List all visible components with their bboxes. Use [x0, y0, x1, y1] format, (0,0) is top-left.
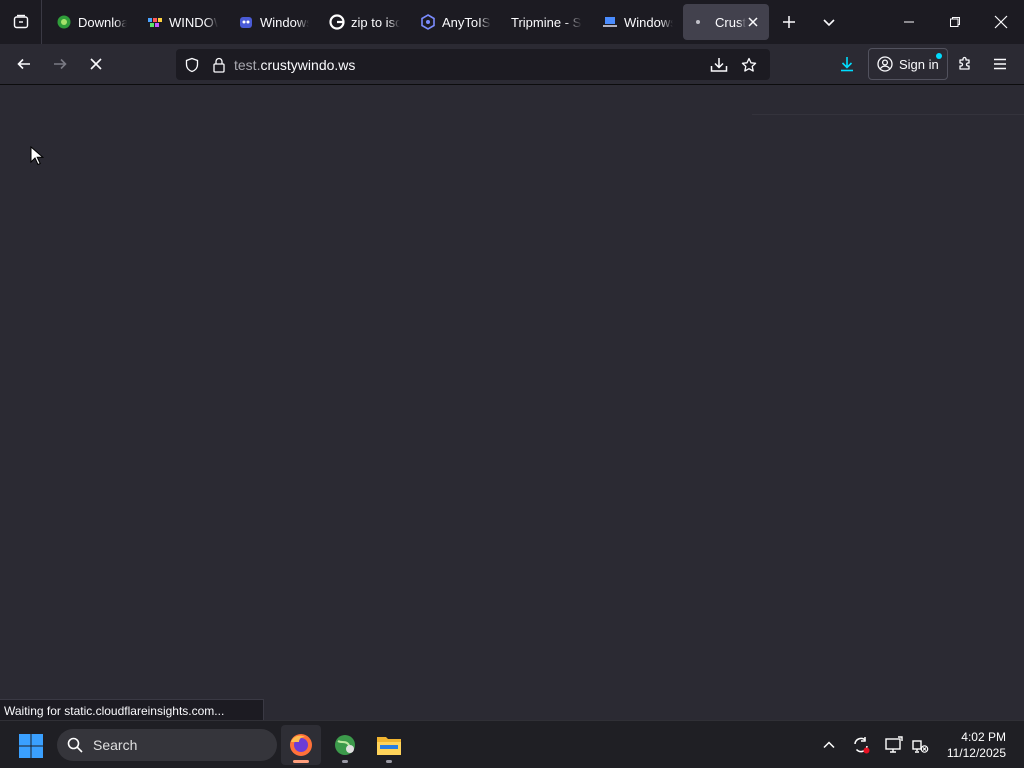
sync-alert-icon — [854, 737, 870, 754]
tab-label: Tripmine - So — [511, 14, 582, 30]
status-text: Waiting for static.cloudflareinsights.co… — [4, 703, 225, 718]
tab-close-icon[interactable] — [745, 14, 761, 30]
url-bar[interactable]: test.crustywindo.ws — [176, 49, 770, 80]
green-gear-favicon-icon — [56, 14, 72, 30]
forward-button[interactable] — [42, 48, 78, 80]
windows-logo-icon — [19, 734, 43, 758]
downloads-button[interactable] — [829, 48, 865, 80]
tab-label: Download — [78, 14, 127, 30]
loading-dot-icon — [693, 14, 709, 30]
clock-time: 4:02 PM — [961, 730, 1006, 744]
tab-label: WINDOWS — [169, 14, 218, 30]
plus-icon — [783, 16, 795, 28]
tray-network-icon[interactable] — [908, 721, 932, 768]
firefox-icon — [290, 734, 312, 756]
chevron-up-icon — [823, 741, 835, 749]
tab-strip: Download WINDOWS Windows zip to iso AnyT… — [0, 0, 1024, 44]
stop-button[interactable] — [78, 48, 114, 80]
restore-button[interactable] — [932, 0, 978, 44]
running-indicator — [386, 760, 392, 763]
taskbar-app-globe[interactable] — [325, 725, 365, 765]
search-label: Search — [93, 737, 138, 753]
list-all-tabs-button[interactable] — [809, 0, 849, 44]
tab-label: zip to iso — [351, 14, 400, 30]
url-host: crustywindo.ws — [260, 56, 356, 73]
tab-zip-to-iso[interactable]: zip to iso — [319, 4, 410, 40]
minimize-icon — [904, 21, 914, 23]
taskbar-firefox[interactable] — [281, 725, 321, 765]
shield-icon[interactable] — [184, 57, 200, 73]
colorful-favicon-icon — [147, 14, 163, 30]
star-icon — [741, 57, 757, 72]
google-favicon-icon — [329, 14, 345, 30]
arrow-left-icon — [17, 58, 30, 70]
start-button[interactable] — [18, 733, 44, 759]
tab-windows-monster[interactable]: Windows — [228, 4, 319, 40]
tab-label: Windows — [260, 14, 309, 30]
sign-in-button[interactable]: Sign in — [868, 48, 948, 80]
divider — [752, 114, 1024, 115]
page-content — [0, 86, 1024, 720]
chevron-down-icon — [823, 19, 835, 27]
mouse-cursor-icon — [30, 146, 44, 166]
restore-icon — [950, 17, 960, 27]
minimize-button[interactable] — [886, 0, 932, 44]
clock-date: 11/12/2025 — [946, 746, 1006, 760]
taskbar-file-explorer[interactable] — [369, 725, 409, 765]
navigation-toolbar: test.crustywindo.ws Sign in — [0, 44, 1024, 85]
back-button[interactable] — [6, 48, 42, 80]
running-indicator — [342, 760, 348, 763]
arrow-right-icon — [54, 58, 67, 70]
account-icon — [877, 56, 893, 72]
download-arrow-icon — [841, 57, 853, 72]
tab-tripmine[interactable]: Tripmine - So — [501, 4, 592, 40]
extensions-button[interactable] — [947, 48, 983, 80]
tray-display-icon[interactable] — [882, 721, 906, 768]
stop-x-icon — [90, 58, 102, 70]
tab-overview-icon — [13, 14, 28, 29]
sign-in-label: Sign in — [899, 56, 939, 72]
folder-icon — [377, 737, 401, 755]
no-internet-icon — [912, 740, 929, 753]
status-panel: Waiting for static.cloudflareinsights.co… — [0, 699, 264, 721]
active-indicator — [293, 760, 309, 763]
new-tab-button[interactable] — [769, 0, 809, 44]
lock-icon[interactable] — [212, 57, 226, 73]
save-to-pocket-button[interactable] — [704, 49, 734, 81]
laptop-favicon-icon — [602, 14, 618, 30]
tab-windows-upper[interactable]: WINDOWS — [137, 4, 228, 40]
notification-dot — [935, 53, 942, 59]
search-icon — [67, 737, 83, 753]
app-menu-button[interactable] — [982, 48, 1018, 80]
close-window-button[interactable] — [978, 0, 1024, 44]
tab-windows-laptop[interactable]: Windows — [592, 4, 683, 40]
tab-crusty-active[interactable]: Crust — [683, 4, 769, 40]
tab-label: Crust — [715, 14, 747, 30]
bookmark-button[interactable] — [734, 49, 764, 81]
monitor-icon — [885, 736, 903, 753]
globe-app-icon — [335, 735, 355, 755]
tray-sync-icon[interactable] — [849, 721, 873, 768]
tab-anytoiso[interactable]: AnyToISO — [410, 4, 501, 40]
taskbar-search[interactable]: Search — [57, 729, 277, 761]
url-subdomain: test. — [234, 56, 261, 73]
tab-label: Windows — [624, 14, 673, 30]
hexagon-favicon-icon — [420, 14, 436, 30]
puzzle-icon — [959, 56, 970, 70]
tab-overview-button[interactable] — [0, 0, 42, 44]
download-tray-icon — [710, 57, 728, 72]
taskbar: Search 4:02 PM 11/12/2025 — [0, 720, 1024, 768]
url-text[interactable]: test.crustywindo.ws — [234, 57, 355, 73]
taskbar-clock[interactable]: 4:02 PM 11/12/2025 — [947, 729, 1006, 761]
tab-label: AnyToISO — [442, 14, 491, 30]
hamburger-menu-icon — [994, 58, 1006, 70]
close-icon — [994, 15, 1008, 29]
show-hidden-icons-button[interactable] — [818, 721, 840, 768]
tab-download[interactable]: Download — [46, 4, 137, 40]
monster-favicon-icon — [238, 14, 254, 30]
